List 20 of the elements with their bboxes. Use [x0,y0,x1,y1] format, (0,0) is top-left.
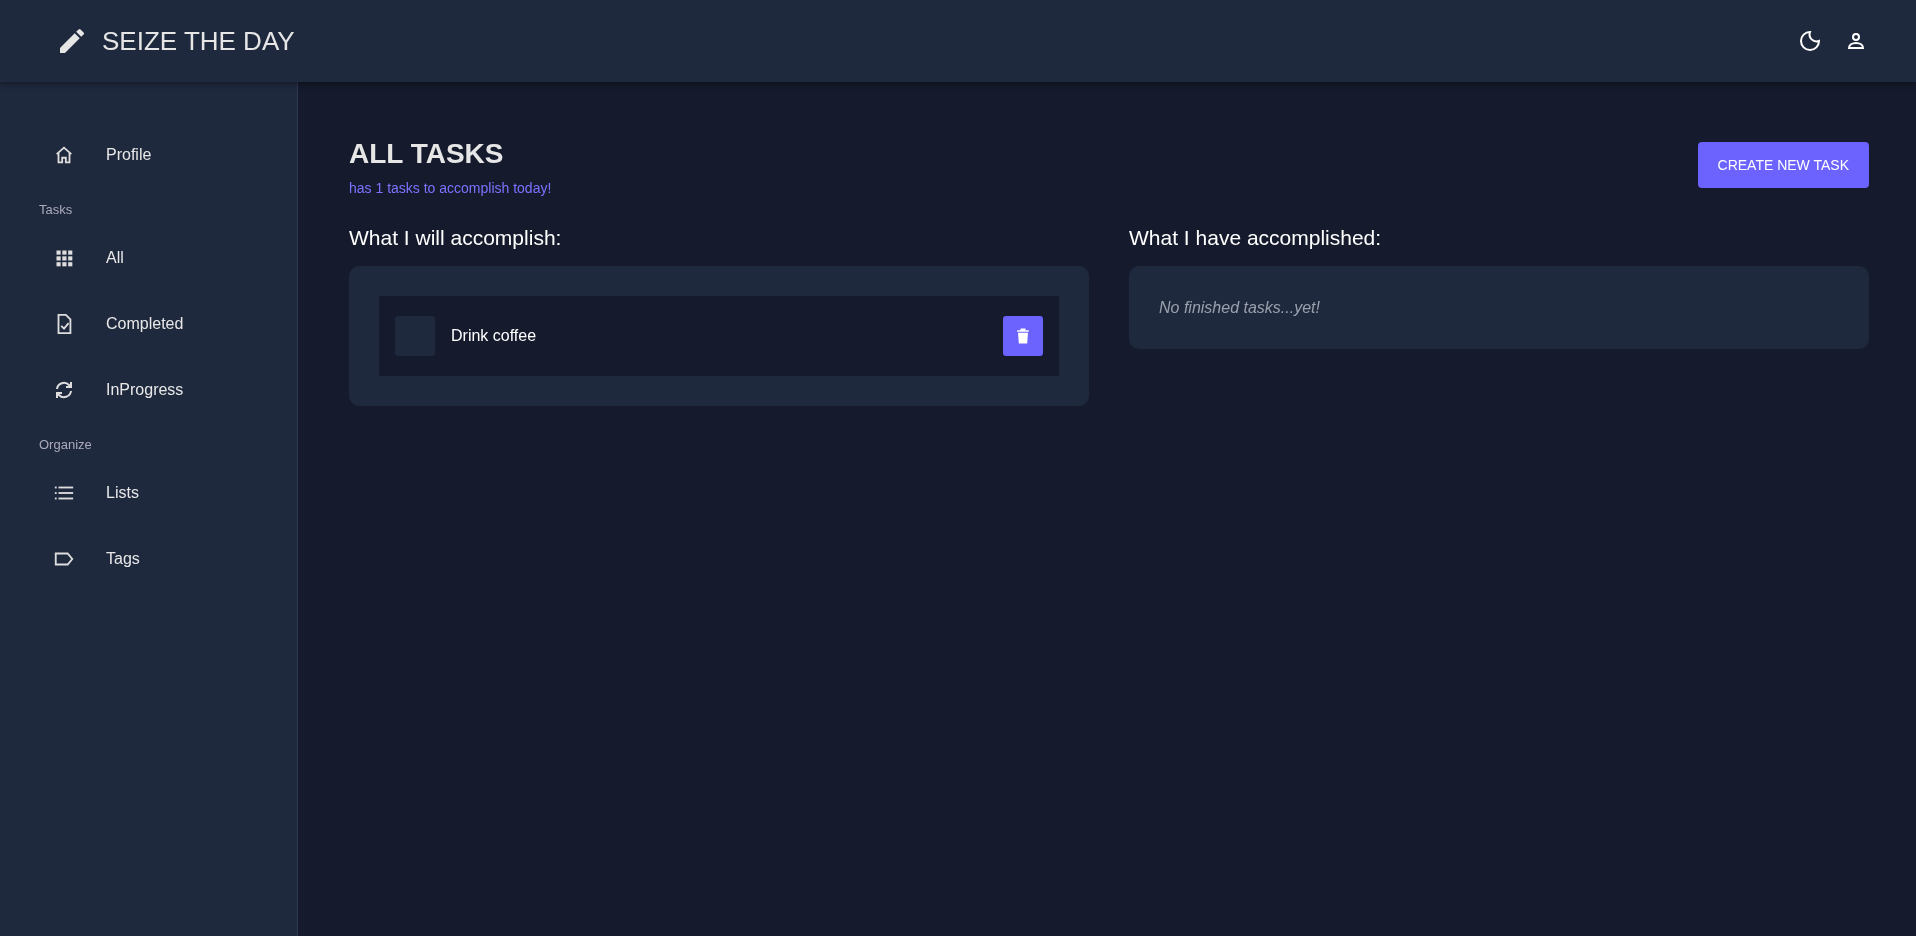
empty-message: No finished tasks...yet! [1159,299,1320,316]
nav-link[interactable]: Profile [106,146,152,164]
page-title: ALL TASKS [349,138,505,170]
column-heading: What I have accomplished: [1129,226,1383,250]
section-label: Organize [38,436,93,454]
nav-link[interactable]: All [106,249,124,267]
home-icon [53,144,75,166]
task-text: Drink coffee [451,327,538,345]
nav-link[interactable]: Tags [106,550,140,568]
create-task-button[interactable]: CREATE NEW TASK [1697,142,1869,188]
grid-icon [54,248,74,268]
column-heading: What I will accomplish: [349,226,563,250]
app-title: SEIZE THE DAY [102,25,295,57]
section-label: Tasks [38,201,74,219]
delete-button[interactable] [1003,316,1043,356]
moon-icon[interactable] [1798,29,1822,53]
nav-link[interactable]: Lists [106,484,139,502]
nav-link[interactable]: Completed [106,315,184,333]
task-count-text: has 1 tasks to accomplish today! [349,180,552,196]
nav-link[interactable]: InProgress [106,381,184,399]
